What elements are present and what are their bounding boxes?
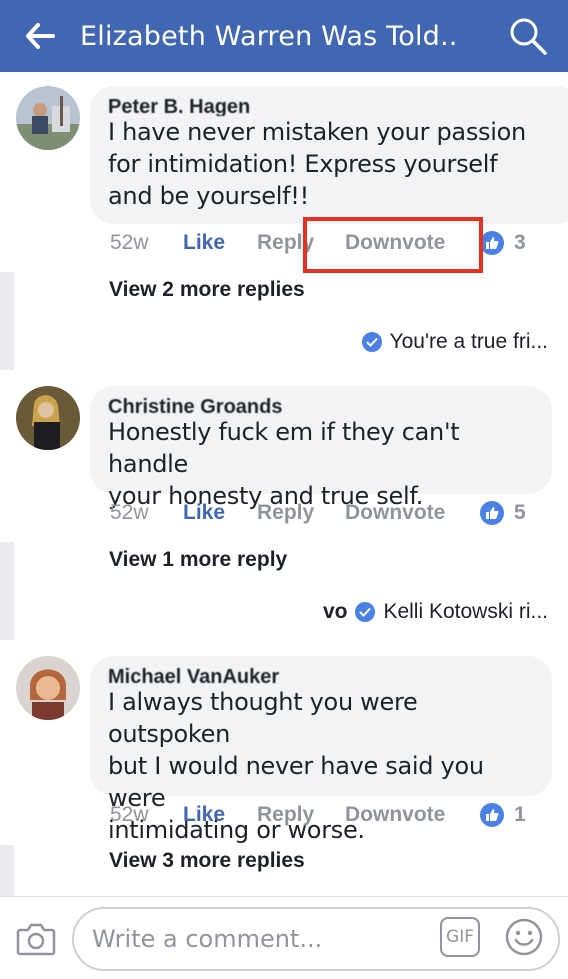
comment-text-line: I always thought you were outspoken — [108, 688, 418, 748]
comment-bubble: Peter B. Hagen I have never mistaken you… — [90, 86, 568, 224]
reaction-count-value: 3 — [514, 231, 526, 254]
thread-indicator — [0, 542, 14, 640]
view-more-replies[interactable]: View 1 more reply — [109, 548, 287, 572]
comment-bubble: Christine Groands Honestly fuck em if th… — [90, 386, 552, 510]
comment-timestamp: 52w — [110, 231, 149, 254]
downvote-button[interactable]: Downvote — [345, 803, 480, 827]
comment-text-line: I have never mistaken your passion — [108, 118, 526, 146]
thread-indicator — [0, 845, 14, 896]
reaction-count-value: 1 — [514, 803, 526, 826]
reaction-count[interactable]: 5 — [480, 501, 526, 525]
highlight-annotation — [303, 217, 483, 273]
comment-text-line: for intimidation! Express yourself — [108, 150, 498, 178]
thumbs-up-icon — [480, 803, 504, 827]
page-title: Elizabeth Warren Was Told... — [80, 20, 460, 52]
thread-indicator — [0, 272, 14, 370]
downvote-button[interactable]: Downvote — [345, 501, 480, 525]
comment-text-line: and be yourself!! — [108, 182, 309, 210]
comment-author[interactable]: Michael VanAuker — [108, 666, 534, 686]
camera-button[interactable] — [16, 921, 56, 957]
back-arrow-icon — [26, 23, 55, 49]
reply-preview-author: vo — [322, 600, 348, 623]
verified-check-icon — [355, 602, 376, 622]
verified-check-icon — [361, 332, 382, 352]
like-button[interactable]: Like — [183, 803, 257, 827]
reply-button[interactable]: Reply — [257, 803, 345, 827]
avatar[interactable] — [16, 386, 80, 450]
like-button[interactable]: Like — [183, 501, 257, 525]
avatar[interactable] — [16, 656, 80, 720]
reply-button[interactable]: Reply — [257, 501, 345, 525]
reaction-count[interactable]: 1 — [480, 803, 526, 827]
emoji-button[interactable] — [504, 917, 544, 957]
view-more-replies[interactable]: View 3 more replies — [109, 849, 305, 873]
comment-composer: Write a comment... GIF — [0, 896, 568, 979]
thumbs-up-icon — [480, 231, 504, 255]
reply-preview-text: You're a true fri... — [389, 330, 548, 353]
smiley-icon — [505, 918, 543, 956]
comment-bubble: Michael VanAuker I always thought you we… — [90, 656, 552, 844]
reaction-count[interactable]: 3 — [480, 231, 526, 255]
reply-preview-text: Kelli Kotowski ri... — [383, 600, 548, 623]
comment-input[interactable]: Write a comment... — [72, 907, 560, 971]
reaction-count-value: 5 — [514, 501, 526, 524]
app-header: Elizabeth Warren Was Told... — [0, 0, 568, 72]
thumbs-up-icon — [480, 501, 504, 525]
gif-button[interactable]: GIF — [440, 917, 480, 957]
comment-actions: 52w Like Reply Downvote 5 — [110, 498, 526, 528]
view-more-replies[interactable]: View 2 more replies — [109, 278, 305, 302]
search-button[interactable] — [508, 16, 548, 56]
avatar[interactable] — [16, 86, 80, 150]
comment-timestamp: 52w — [110, 803, 149, 826]
comment-author[interactable]: Peter B. Hagen — [108, 96, 562, 116]
back-button[interactable] — [0, 0, 80, 72]
comment-actions: 52w Like Reply Downvote 1 — [110, 800, 526, 830]
like-button[interactable]: Like — [183, 231, 257, 255]
comment-text-line: Honestly fuck em if they can't handle — [108, 418, 460, 478]
comment-input-placeholder: Write a comment... — [92, 925, 323, 953]
comment-text: I have never mistaken your passion for i… — [108, 116, 562, 212]
comment-author[interactable]: Christine Groands — [108, 396, 534, 416]
reply-preview[interactable]: vo Kelli Kotowski ri... — [323, 600, 548, 624]
search-icon — [510, 18, 547, 55]
reply-preview[interactable]: You're a true fri... — [361, 330, 548, 354]
camera-icon — [16, 923, 56, 956]
comment-timestamp: 52w — [110, 501, 149, 524]
